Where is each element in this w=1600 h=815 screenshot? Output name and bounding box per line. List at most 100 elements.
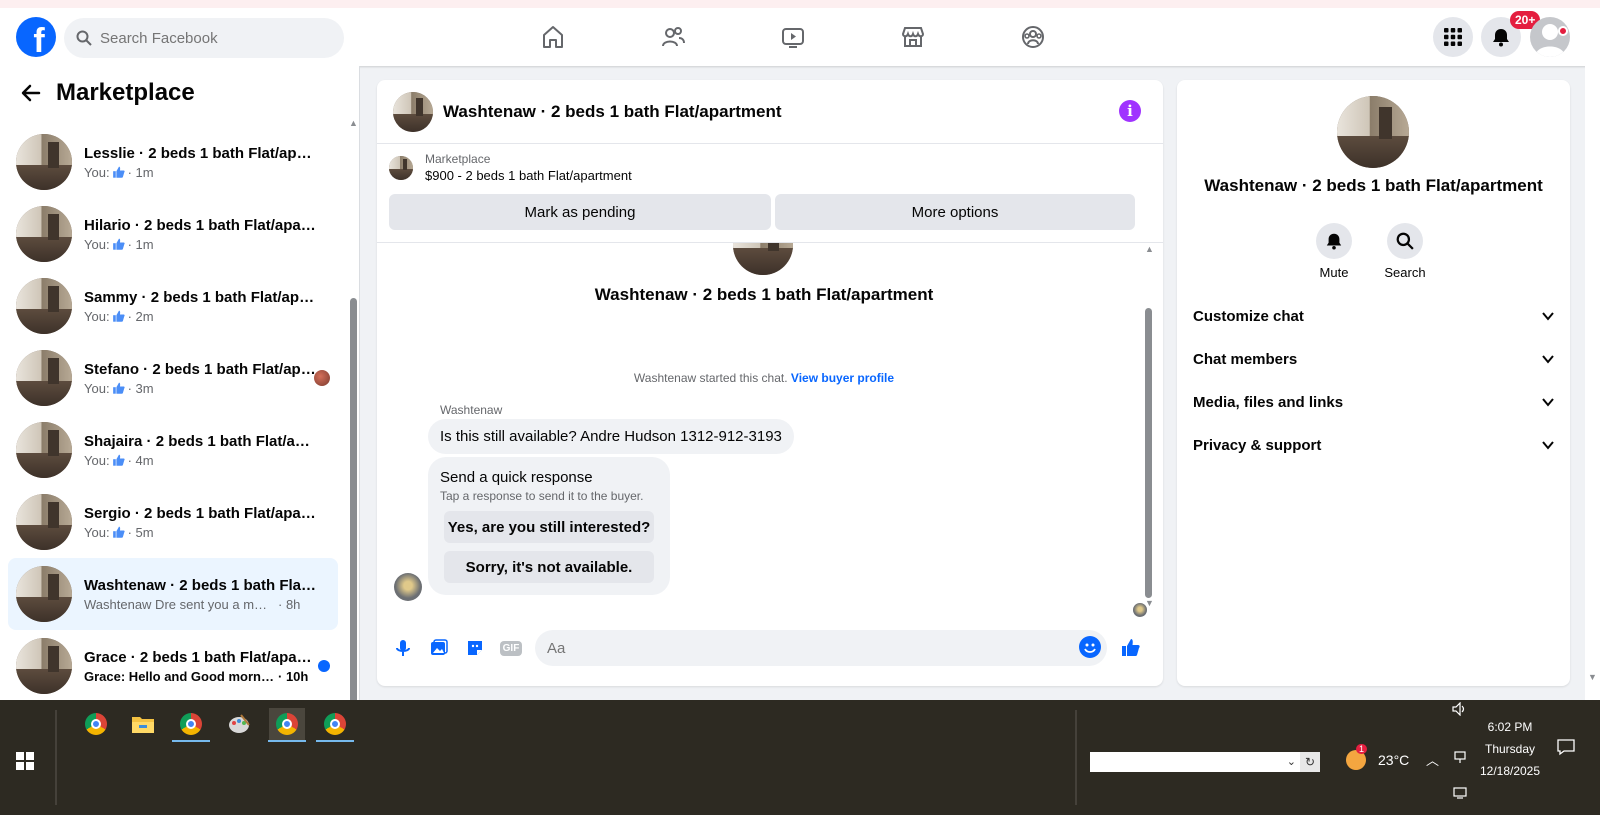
- mute-button[interactable]: [1316, 223, 1352, 259]
- details-listing-thumbnail[interactable]: [1337, 96, 1409, 168]
- mute-action[interactable]: Mute: [1304, 223, 1364, 280]
- weather-widget[interactable]: 1 23°C: [1346, 744, 1409, 770]
- nav-friends[interactable]: [656, 22, 690, 52]
- more-options-button[interactable]: More options: [775, 194, 1135, 230]
- smiley-face-icon: [1084, 643, 1096, 653]
- quick-response-sorry[interactable]: Sorry, it's not available.: [444, 551, 654, 583]
- message-bubble[interactable]: Is this still available? Andre Hudson 13…: [428, 419, 794, 454]
- info-icon[interactable]: i: [1119, 100, 1141, 122]
- section-label: Privacy & support: [1193, 436, 1322, 454]
- chat-scroll-up[interactable]: ▲: [1145, 244, 1154, 254]
- taskbar-chrome-profile-b[interactable]: [316, 708, 354, 742]
- system-clock[interactable]: 6:02 PM Thursday 12/18/2025: [1470, 716, 1550, 782]
- mark-pending-button[interactable]: Mark as pending: [389, 194, 771, 230]
- show-hidden-icons-chevron-up-icon[interactable]: ︿: [1426, 750, 1439, 769]
- chat-panel: Washtenaw · 2 beds 1 bath Flat/apartment…: [377, 80, 1163, 686]
- marketplace-label: Marketplace: [425, 152, 491, 166]
- conversation-row[interactable]: Shajaira · 2 beds 1 bath Flat/apartment Y…: [8, 414, 338, 486]
- taskbar-chrome-profile-a[interactable]: [268, 708, 306, 742]
- conversation-preview: Grace: Hello and Good mornin... · 10h: [84, 669, 316, 684]
- thumbs-up-icon: [1122, 639, 1140, 656]
- arrow-left-icon: [21, 84, 41, 102]
- conversation-row[interactable]: Sammy · 2 beds 1 bath Flat/apartment You:…: [8, 270, 338, 342]
- conversation-row[interactable]: Stefano · 2 beds 1 bath Flat/apartment Yo…: [8, 342, 338, 414]
- sidebar-header: Marketplace: [16, 78, 195, 108]
- conversation-row[interactable]: Washtenaw · 2 beds 1 bath Flat/apartment…: [8, 558, 338, 630]
- chat-scrollbar[interactable]: ▲ ▼: [1145, 244, 1154, 608]
- preview-time: · 1m: [127, 164, 154, 180]
- nav-marketplace[interactable]: [896, 22, 930, 52]
- search-action[interactable]: Search: [1375, 223, 1435, 280]
- refresh-icon[interactable]: ↻: [1300, 752, 1320, 772]
- message-input-box[interactable]: [535, 630, 1107, 666]
- conversation-row[interactable]: Sergio · 2 beds 1 bath Flat/apartment You…: [8, 486, 338, 558]
- conversation-name: Washtenaw · 2 beds 1 bath Flat/apartment: [84, 576, 316, 594]
- chat-scroll-thumb[interactable]: [1145, 308, 1152, 598]
- section-media-files-links[interactable]: Media, files and links: [1193, 382, 1555, 422]
- scroll-up-arrow[interactable]: ▲: [349, 118, 358, 128]
- gif-button[interactable]: GIF: [493, 630, 529, 666]
- volume-icon[interactable]: [1452, 701, 1468, 719]
- nav-home[interactable]: [536, 22, 570, 52]
- chevron-down-icon[interactable]: ⌄: [1287, 755, 1296, 768]
- preview-time: · 2m: [127, 308, 154, 324]
- taskbar-chrome-profile-m[interactable]: [172, 708, 210, 742]
- section-chat-members[interactable]: Chat members: [1193, 339, 1555, 379]
- back-button[interactable]: [16, 78, 46, 108]
- top-navigation-bar: f 20+: [0, 0, 1600, 66]
- listing-thumbnail: [16, 494, 72, 550]
- listing-large-thumbnail: [733, 243, 793, 275]
- account-avatar[interactable]: [1530, 17, 1570, 57]
- quick-response-yes[interactable]: Yes, are you still interested?: [444, 511, 654, 543]
- menu-button[interactable]: [1433, 17, 1473, 57]
- conversation-row[interactable]: Grace · 2 beds 1 bath Flat/apartment Grac…: [8, 630, 338, 700]
- sender-name: Washtenaw: [440, 403, 503, 417]
- search-input[interactable]: [100, 29, 320, 47]
- network-icon[interactable]: [1452, 750, 1468, 767]
- preview-time: · 10h: [278, 668, 309, 684]
- marketplace-sidebar: Marketplace Lesslie · 2 beds 1 bath Flat…: [0, 66, 360, 700]
- action-center-icon[interactable]: [1556, 738, 1576, 759]
- facebook-logo[interactable]: f: [16, 17, 56, 57]
- chat-scroll-down[interactable]: ▼: [1145, 598, 1154, 608]
- nav-groups[interactable]: [1016, 22, 1050, 52]
- section-privacy-support[interactable]: Privacy & support: [1193, 425, 1555, 465]
- address-toolbar-combo[interactable]: ⌄ ↻: [1090, 752, 1320, 772]
- windows-start-button[interactable]: [16, 752, 34, 770]
- conversation-preview: You: · 5m: [84, 525, 316, 540]
- search-box[interactable]: [64, 18, 344, 58]
- search-in-chat-button[interactable]: [1387, 223, 1423, 259]
- chat-listing-thumbnail[interactable]: [393, 91, 433, 132]
- chat-title[interactable]: Washtenaw · 2 beds 1 bath Flat/apartment: [443, 102, 782, 122]
- preview-text: You:: [84, 524, 110, 540]
- message-input[interactable]: [547, 639, 1047, 657]
- nav-video[interactable]: [776, 22, 810, 52]
- view-buyer-profile-link[interactable]: View buyer profile: [791, 371, 894, 385]
- search-label: Search: [1384, 265, 1426, 280]
- page-scroll-down[interactable]: ▼: [1588, 672, 1597, 682]
- conversation-row[interactable]: Lesslie · 2 beds 1 bath Flat/apartment Yo…: [8, 126, 338, 198]
- taskbar-file-explorer[interactable]: [125, 708, 161, 740]
- taskbar-paint[interactable]: [221, 708, 257, 740]
- taskbar-chrome[interactable]: [78, 708, 114, 740]
- listing-price: $900 - 2 beds 1 bath Flat/apartment: [425, 168, 632, 183]
- search-icon: [1396, 232, 1414, 250]
- monitor-icon[interactable]: [1452, 786, 1468, 803]
- thread-listing-title: Washtenaw · 2 beds 1 bath Flat/apartment: [594, 285, 934, 304]
- friends-icon: [662, 27, 685, 47]
- voice-clip-button[interactable]: [385, 630, 421, 666]
- conversation-name: Sergio · 2 beds 1 bath Flat/apartment: [84, 504, 316, 522]
- emoji-icon[interactable]: [1079, 636, 1101, 658]
- sidebar-scrollbar[interactable]: ▲ ▼: [349, 118, 358, 700]
- preview-time: · 5m: [127, 524, 154, 540]
- section-customize-chat[interactable]: Customize chat: [1193, 296, 1555, 336]
- marketplace-listing-card[interactable]: Marketplace $900 - 2 beds 1 bath Flat/ap…: [389, 152, 632, 183]
- sticker-button[interactable]: [457, 630, 493, 666]
- conversation-row[interactable]: Hilario · 2 beds 1 bath Flat/apartment Yo…: [8, 198, 338, 270]
- sidebar-scroll-thumb[interactable]: [350, 298, 357, 700]
- facebook-logo-letter: f: [33, 22, 45, 57]
- attach-photo-button[interactable]: [421, 630, 457, 666]
- send-like-button[interactable]: [1113, 630, 1149, 666]
- page-scrollbar[interactable]: ▼: [1585, 66, 1600, 700]
- sender-avatar[interactable]: [394, 573, 422, 601]
